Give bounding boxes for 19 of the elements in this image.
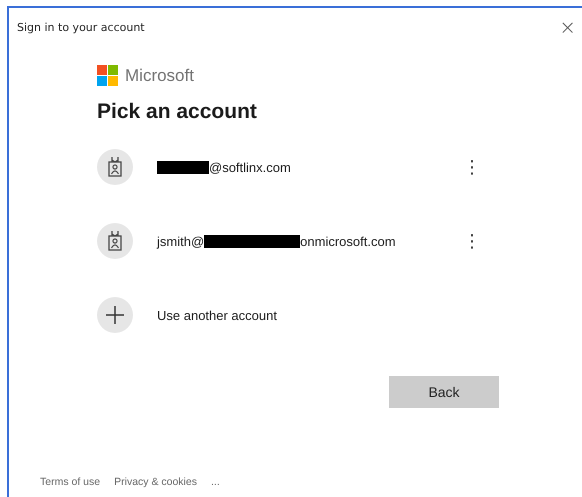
brand-name: Microsoft (125, 66, 194, 86)
add-icon (97, 297, 133, 333)
badge-icon (97, 149, 133, 185)
more-options-button[interactable]: ⋮ (457, 230, 487, 252)
back-button[interactable]: Back (389, 376, 499, 408)
footer-link[interactable]: Terms of use (40, 476, 100, 488)
badge-icon (97, 223, 133, 259)
footer-link[interactable]: Privacy & cookies (114, 476, 197, 488)
more-options-button[interactable]: ⋮ (457, 156, 487, 178)
logo-icon (97, 65, 118, 86)
window-title: Sign in to your account (17, 20, 145, 34)
footer-link[interactable]: ... (210, 476, 220, 488)
account-email[interactable]: onmicrosoft.com (300, 234, 396, 248)
add-account-label[interactable]: Use another account (157, 308, 277, 322)
account-email[interactable]: jsmith@ (157, 234, 204, 248)
close-button[interactable]: × (557, 17, 578, 37)
redaction-bar (157, 160, 209, 174)
account-email[interactable]: @softlinx.com (209, 160, 291, 174)
page-heading: Pick an account (97, 100, 258, 124)
